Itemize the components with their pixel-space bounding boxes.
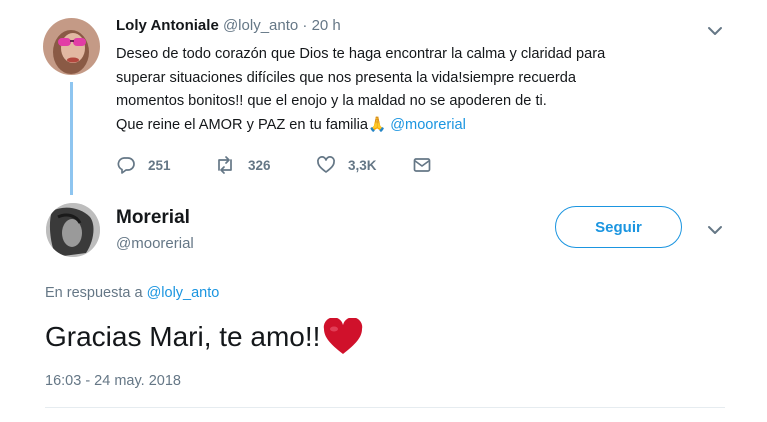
parent-author-handle[interactable]: @loly_anto [223, 17, 298, 34]
reply-tweet-text: Gracias Mari, te amo!! [45, 318, 364, 356]
reply-timestamp[interactable]: 16:03 - 24 may. 2018 [45, 373, 181, 389]
reply-action[interactable]: 251 [116, 155, 214, 175]
tweet-text-line: momentos bonitos!! que el enojo y la mal… [116, 93, 547, 109]
parent-tweet-time[interactable]: 20 h [312, 17, 341, 34]
parent-author-avatar[interactable] [43, 18, 100, 75]
avatar-image [46, 203, 100, 257]
thread-connector-line [70, 82, 73, 195]
tweet-text-line: superar situaciones difíciles que nos pr… [116, 69, 576, 86]
direct-message-action[interactable] [412, 155, 432, 175]
reply-author-name[interactable]: Morerial [116, 207, 190, 229]
reply-count: 251 [148, 157, 171, 173]
reply-author-avatar[interactable] [46, 203, 100, 257]
retweet-action[interactable]: 326 [214, 155, 316, 175]
like-icon [317, 156, 335, 173]
tweet-text-line: Que reine el AMOR y PAZ en tu familia🙏 @… [116, 114, 716, 138]
parent-tweet-actions: 251 326 3,3K [116, 154, 432, 176]
like-action[interactable]: 3,3K [316, 155, 412, 175]
reply-text: Gracias Mari, te amo!! [45, 321, 321, 352]
in-reply-to: En respuesta a @loly_anto [45, 285, 219, 301]
parent-tweet-header: Loly Antoniale @loly_anto · 20 h [116, 17, 341, 34]
tweet-text-last: Que reine el AMOR y PAZ en tu familia [116, 116, 368, 133]
divider [45, 407, 725, 408]
retweet-count: 326 [248, 157, 271, 173]
follow-button[interactable]: Seguir [555, 206, 682, 248]
message-icon [413, 158, 431, 172]
in-reply-prefix: En respuesta a [45, 285, 147, 301]
in-reply-handle-link[interactable]: @loly_anto [147, 285, 220, 301]
parent-author-name[interactable]: Loly Antoniale [116, 17, 219, 34]
tweet-text-line: Deseo de todo corazón que Dios te haga e… [116, 46, 606, 62]
time-separator: · [298, 17, 312, 34]
retweet-icon [218, 156, 232, 174]
reply-author-handle[interactable]: @moorerial [116, 235, 194, 252]
parent-tweet-text: Deseo de todo corazón que Dios te haga e… [116, 43, 716, 137]
heart-emoji-icon [324, 318, 363, 354]
like-count: 3,3K [348, 157, 377, 173]
chevron-down-icon[interactable] [706, 221, 724, 239]
chevron-down-icon[interactable] [706, 22, 724, 40]
reply-icon [117, 157, 135, 174]
follow-button-label: Seguir [595, 218, 642, 236]
mention-link[interactable]: @moorerial [390, 117, 466, 133]
avatar-image [43, 18, 100, 75]
praying-hands-emoji: 🙏 [367, 116, 387, 133]
